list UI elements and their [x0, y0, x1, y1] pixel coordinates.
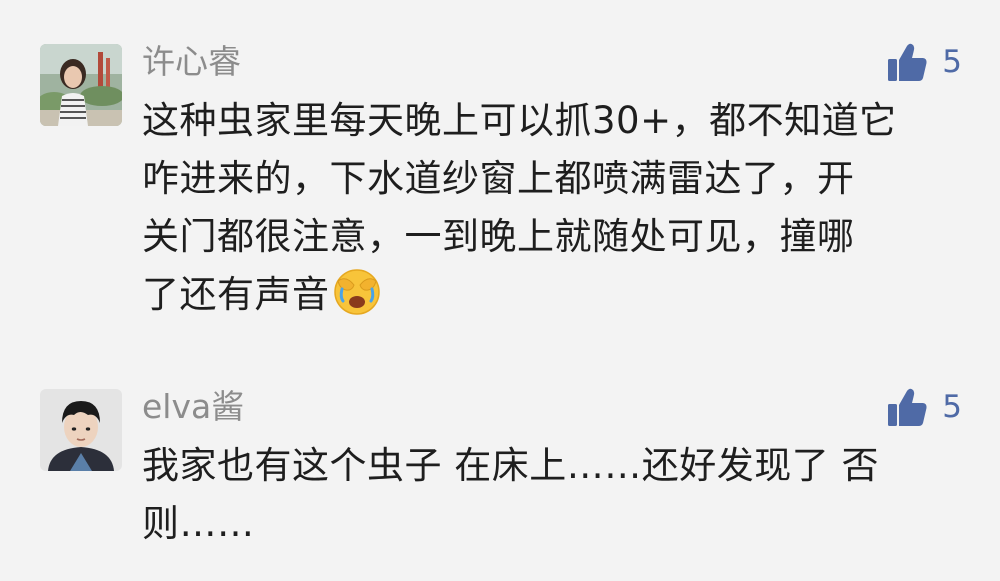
user-avatar-girl-outdoor-icon	[40, 44, 122, 126]
comment-line: 了还有声音	[142, 273, 330, 316]
comment-list: 许心睿 5 这种虫家里每天晚上可以抓30+，都不知道它 咋进来的，下水道纱窗上都…	[0, 0, 1000, 581]
avatar[interactable]	[40, 44, 122, 126]
comment-text: 我家也有这个虫子 在床上……还好发现了 否 则……	[142, 437, 962, 553]
comment-text: 这种虫家里每天晚上可以抓30+，都不知道它 咋进来的，下水道纱窗上都喷满雷达了，…	[142, 92, 962, 324]
thumbs-up-icon	[888, 388, 927, 426]
like-button[interactable]: 5	[886, 385, 962, 429]
crying-face-emoji-icon	[332, 267, 382, 317]
comment-line-with-emoji: 了还有声音	[142, 266, 962, 324]
thumbs-up-icon	[888, 43, 927, 81]
comment-line: 我家也有这个虫子 在床上……还好发现了 否	[142, 444, 880, 487]
like-count: 5	[942, 389, 962, 425]
comment-line: 咋进来的，下水道纱窗上都喷满雷达了，开	[142, 157, 855, 200]
comment-line: 关门都很注意，一到晚上就随处可见，撞哪	[142, 215, 855, 258]
avatar[interactable]	[40, 389, 122, 471]
comment-line: 这种虫家里每天晚上可以抓30+，都不知道它	[142, 99, 897, 142]
user-avatar-boy-icon	[40, 389, 122, 471]
username[interactable]: elva酱	[142, 385, 244, 429]
username[interactable]: 许心睿	[142, 40, 241, 84]
like-button[interactable]: 5	[886, 40, 962, 84]
comment-line: 则……	[142, 502, 255, 545]
like-count: 5	[942, 44, 962, 80]
